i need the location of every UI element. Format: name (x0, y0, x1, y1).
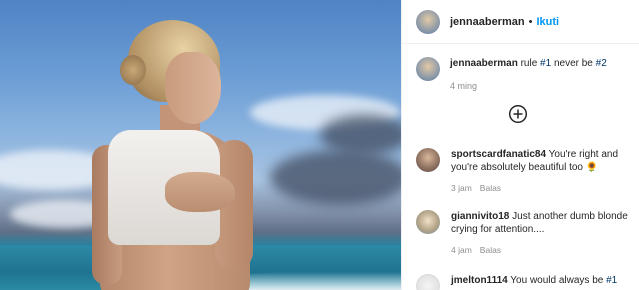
avatar[interactable] (416, 148, 440, 172)
wave-foam (230, 272, 401, 290)
caption-username[interactable]: jennaaberman (450, 58, 518, 69)
comment: jmelton1114 You would always be #1 (416, 274, 631, 290)
follow-button[interactable]: Ikuti (536, 16, 559, 28)
plus-circle-icon[interactable] (508, 104, 528, 124)
avatar[interactable] (416, 9, 440, 34)
caption-time: 4 ming (450, 81, 478, 91)
comment-text: You would always be (507, 275, 607, 286)
avatar[interactable] (416, 274, 440, 290)
comment-time: 4 jam (451, 245, 472, 255)
figure-face (165, 52, 221, 124)
avatar[interactable] (416, 210, 440, 234)
comment: sportscardfanatic84 You're right and you… (416, 148, 631, 195)
hashtag-link[interactable]: #2 (596, 58, 607, 69)
hashtag-link[interactable]: #1 (540, 58, 551, 69)
post-photo[interactable] (0, 0, 401, 290)
comment-username[interactable]: giannivito18 (451, 211, 509, 222)
cloud (320, 115, 401, 155)
separator-dot: • (528, 15, 533, 28)
post-side-panel: jennaaberman • Ikuti jennaaberman rule #… (401, 0, 639, 290)
comment-username[interactable]: jmelton1114 (451, 275, 508, 286)
header-username[interactable]: jennaaberman (450, 16, 525, 28)
hashtag-link[interactable]: #1 (606, 275, 617, 286)
figure-hand (165, 172, 235, 212)
reply-button[interactable]: Balas (480, 245, 501, 255)
post-header: jennaaberman • Ikuti (402, 0, 639, 44)
caption-text: rule (517, 58, 541, 69)
instagram-post-view: jennaaberman • Ikuti jennaaberman rule #… (0, 0, 639, 290)
comment-username[interactable]: sportscardfanatic84 (451, 149, 546, 160)
reply-button[interactable]: Balas (480, 183, 501, 193)
post-caption: jennaaberman rule #1 never be #2 4 ming (416, 57, 631, 93)
caption-text: never be (551, 58, 596, 69)
cloud (270, 150, 401, 205)
figure-hair-bun (120, 55, 146, 85)
avatar[interactable] (416, 57, 440, 81)
comment-time: 3 jam (451, 183, 472, 193)
comment: giannivito18 Just another dumb blonde cr… (416, 210, 631, 257)
